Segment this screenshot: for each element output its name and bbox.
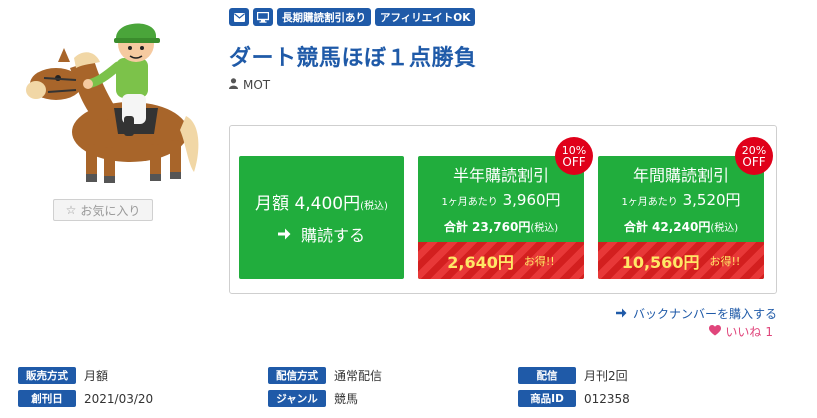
person-icon xyxy=(229,78,238,92)
info-genre: ジャンル 競馬 xyxy=(268,390,358,407)
author-name: MOT xyxy=(243,78,271,92)
total-price: 合計 23,760円(税込) xyxy=(443,220,559,234)
info-delivery-frequency: 配信 月刊2回 xyxy=(518,367,628,384)
annual-plan-button[interactable]: 年間購読割引 1ヶ月あたり 3,520円 合計 42,240円(税込) 10,5… xyxy=(598,156,764,279)
total-price: 合計 42,240円(税込) xyxy=(623,220,739,234)
heart-icon xyxy=(709,324,722,339)
backnumber-link[interactable]: バックナンバーを購入する xyxy=(615,305,777,322)
author[interactable]: MOT xyxy=(229,78,270,92)
mail-icon xyxy=(229,8,249,26)
info-delivery-method: 配信方式 通常配信 xyxy=(268,367,382,384)
tag-affiliate-ok: アフィリエイトOK xyxy=(375,8,476,26)
magazine-thumbnail xyxy=(18,4,202,188)
favorite-label: お気に入り xyxy=(80,203,141,218)
per-month-price: 1ヶ月あたり 3,960円 xyxy=(441,191,561,209)
discount-badge: 10% OFF xyxy=(555,137,593,175)
discount-badge: 20% OFF xyxy=(735,137,773,175)
like-button[interactable]: いいね 1 xyxy=(709,323,773,340)
info-sales-method: 販売方式 月額 xyxy=(18,367,108,384)
subscription-plans: 月額 4,400円(税込) 購読する 半年購読割引 1ヶ月あたり 3,960円 … xyxy=(229,125,777,294)
monitor-icon xyxy=(253,8,273,26)
tag-list: 長期購読割引あり アフィリエイトOK xyxy=(229,8,476,26)
page-title: ダート競馬ほぼ１点勝負 xyxy=(229,46,477,71)
info-launch-date: 創刊日 2021/03/20 xyxy=(18,390,153,407)
subscribe-cta: 購読する xyxy=(277,222,365,246)
arrow-right-icon xyxy=(277,225,291,244)
monthly-price: 月額 4,400円(税込) xyxy=(255,194,388,214)
info-product-id: 商品ID 012358 xyxy=(518,390,630,407)
per-month-price: 1ヶ月あたり 3,520円 xyxy=(621,191,741,209)
arrow-right-icon xyxy=(615,307,627,321)
star-icon: ☆ xyxy=(65,203,77,217)
favorite-button[interactable]: ☆ お気に入り xyxy=(53,199,153,221)
savings-banner: 10,560円 お得!! xyxy=(598,242,764,279)
half-year-plan-button[interactable]: 半年購読割引 1ヶ月あたり 3,960円 合計 23,760円(税込) 2,64… xyxy=(418,156,584,279)
like-count: 1 xyxy=(765,324,773,339)
savings-banner: 2,640円 お得!! xyxy=(418,242,584,279)
monthly-subscribe-button[interactable]: 月額 4,400円(税込) 購読する xyxy=(239,156,404,279)
tag-long-term-discount: 長期購読割引あり xyxy=(277,8,371,26)
